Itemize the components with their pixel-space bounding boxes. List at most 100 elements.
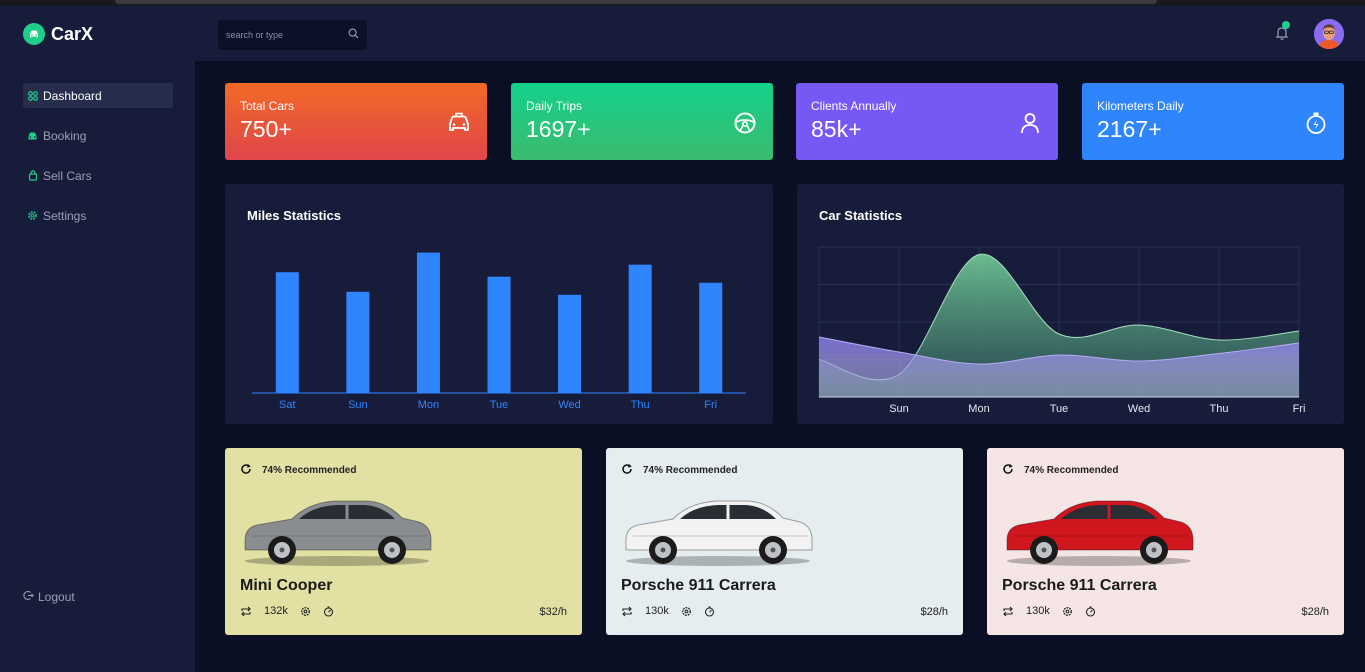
stat-label: Clients Annually xyxy=(811,99,897,113)
bar[interactable] xyxy=(628,264,652,393)
sidebar-item-settings[interactable]: Settings xyxy=(23,203,173,228)
logout-label: Logout xyxy=(38,590,75,604)
stat-card-clients-annually[interactable]: Clients Annually 85k+ xyxy=(796,83,1058,160)
browser-tab[interactable] xyxy=(115,0,1157,4)
sidebar-item-booking[interactable]: Booking xyxy=(23,123,173,148)
car-image xyxy=(244,500,432,566)
tick-label: Tue xyxy=(490,399,509,411)
car-name: Porsche 911 Carrera xyxy=(1002,577,1157,594)
stat-card-total-cars[interactable]: Total Cars 750+ xyxy=(225,83,487,160)
sidebar-nav: Dashboard Booking Sell Cars Settings xyxy=(23,83,173,243)
mileage: 130k xyxy=(645,605,669,617)
speedometer-icon xyxy=(1085,606,1096,617)
bar[interactable] xyxy=(346,291,370,393)
notification-dot xyxy=(1282,21,1290,29)
bar[interactable] xyxy=(699,282,723,393)
price: $28/h xyxy=(920,606,948,618)
car-specs: 132k xyxy=(240,605,334,617)
car-specs: 130k xyxy=(1002,605,1096,617)
miles-statistics-panel: Miles Statistics Sat Sun Mon Tue Wed Thu Fri xyxy=(225,184,773,424)
car-image xyxy=(1006,500,1194,566)
steering-wheel-icon xyxy=(732,110,758,136)
miles-bar-chart: Sat Sun Mon Tue Wed Thu Fri xyxy=(252,252,746,411)
car-specs: 130k xyxy=(621,605,715,617)
tick-label: Sun xyxy=(889,403,909,415)
top-bar xyxy=(195,6,1365,61)
refresh-icon xyxy=(1002,463,1014,478)
car-name: Mini Cooper xyxy=(240,577,333,594)
taxi-icon xyxy=(446,110,472,136)
car-name: Porsche 911 Carrera xyxy=(621,577,776,594)
tick-label: Fri xyxy=(1293,403,1306,415)
bar[interactable] xyxy=(275,272,299,393)
sidebar-item-label: Sell Cars xyxy=(43,168,92,183)
bar[interactable] xyxy=(416,252,440,393)
bar[interactable] xyxy=(487,276,511,393)
repeat-icon xyxy=(1002,606,1014,617)
repeat-icon xyxy=(240,606,252,617)
car-statistics-panel: Car Statistics Sun Mon Tue Wed Thu Fri xyxy=(797,184,1344,424)
recommendation: 74% Recommended xyxy=(621,463,737,478)
car-hub xyxy=(279,547,285,553)
recommendation-label: 74% Recommended xyxy=(643,465,738,476)
tick-label: Mon xyxy=(418,399,439,411)
search-icon[interactable] xyxy=(348,26,359,44)
tick-label: Mon xyxy=(968,403,989,415)
search-box xyxy=(218,20,367,50)
stat-card-daily-trips[interactable]: Daily Trips 1697+ xyxy=(511,83,773,160)
tick-label: Sat xyxy=(279,399,296,411)
bar[interactable] xyxy=(558,294,582,393)
user-icon xyxy=(1017,110,1043,136)
car-logo-icon xyxy=(23,23,45,45)
tick-label: Wed xyxy=(558,399,580,411)
bag-icon xyxy=(27,170,38,181)
recommendation: 74% Recommended xyxy=(1002,463,1118,478)
refresh-icon xyxy=(621,463,633,478)
speedometer-icon xyxy=(323,606,334,617)
sidebar-item-dashboard[interactable]: Dashboard xyxy=(23,83,173,108)
recommendation: 74% Recommended xyxy=(240,463,356,478)
stat-value: 750+ xyxy=(240,116,292,142)
speedometer-icon xyxy=(704,606,715,617)
car-hub xyxy=(1041,547,1047,553)
mileage: 130k xyxy=(1026,605,1050,617)
logout-link[interactable]: Logout xyxy=(23,590,75,604)
stopwatch-icon xyxy=(1303,110,1329,136)
search-input[interactable] xyxy=(226,30,348,40)
stat-value: 1697+ xyxy=(526,116,591,142)
sidebar-item-label: Booking xyxy=(43,128,87,143)
repeat-icon xyxy=(621,606,633,617)
car-card[interactable]: 74% Recommended Porsche 911 Carrera 130k… xyxy=(606,448,963,635)
car-area-chart: Sun Mon Tue Wed Thu Fri xyxy=(818,246,1306,415)
logout-icon xyxy=(23,590,34,604)
car-card[interactable]: 74% Recommended Porsche 911 Carrera 130k… xyxy=(987,448,1344,635)
sidebar-item-label: Dashboard xyxy=(43,88,102,103)
avatar[interactable] xyxy=(1314,19,1344,49)
recommendation-label: 74% Recommended xyxy=(1024,465,1119,476)
tick-label: Thu xyxy=(631,399,650,411)
sidebar-item-sell-cars[interactable]: Sell Cars xyxy=(23,163,173,188)
stat-value: 85k+ xyxy=(811,116,862,142)
recommendation-label: 74% Recommended xyxy=(262,465,357,476)
car-hub xyxy=(770,547,776,553)
price: $28/h xyxy=(1301,606,1329,618)
tick-label: Fri xyxy=(704,399,717,411)
car-image xyxy=(625,500,813,566)
stat-value: 2167+ xyxy=(1097,116,1162,142)
app-logo[interactable]: CarX xyxy=(23,23,93,45)
stat-card-kilometers-daily[interactable]: Kilometers Daily 2167+ xyxy=(1082,83,1344,160)
stat-label: Daily Trips xyxy=(526,99,583,113)
tick-label: Sun xyxy=(348,399,368,411)
mileage: 132k xyxy=(264,605,288,617)
grid-icon xyxy=(27,90,38,101)
refresh-icon xyxy=(240,463,252,478)
car-card[interactable]: 74% Recommended Mini Cooper 132k $32/h xyxy=(225,448,582,635)
tick-label: Thu xyxy=(1210,403,1229,415)
stat-label: Kilometers Daily xyxy=(1097,99,1184,113)
price: $32/h xyxy=(539,606,567,618)
tick-label: Wed xyxy=(1128,403,1150,415)
sidebar-item-label: Settings xyxy=(43,208,87,223)
car-hub xyxy=(660,547,666,553)
car-icon xyxy=(27,130,38,141)
car-hub xyxy=(389,547,395,553)
